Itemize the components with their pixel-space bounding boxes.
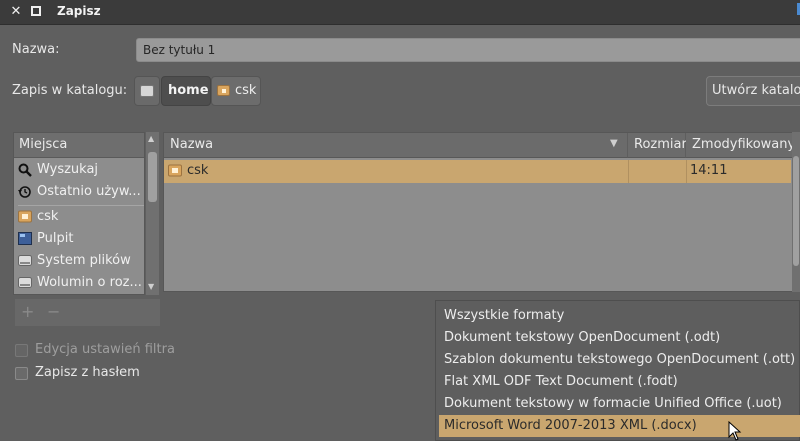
- place-label: csk: [37, 209, 59, 224]
- name-label: Nazwa:: [12, 42, 60, 57]
- drive-icon: [140, 85, 154, 97]
- window-title: Zapisz: [57, 4, 101, 18]
- save-in-folder-label: Zapis w katalogu:: [12, 83, 128, 98]
- place-item-csk[interactable]: csk: [14, 206, 144, 228]
- path-root-button[interactable]: [134, 76, 160, 106]
- file-name: csk: [187, 163, 209, 178]
- format-option[interactable]: Dokument tekstowy OpenDocument (.odt): [444, 327, 800, 349]
- remove-place-button[interactable]: −: [47, 302, 60, 321]
- column-header-size[interactable]: Rozmiar: [628, 133, 687, 158]
- recent-icon: [18, 185, 32, 198]
- file-format-dropdown-list: Wszystkie formaty Dokument tekstowy Open…: [435, 300, 800, 441]
- scroll-down-icon[interactable]: ▼: [148, 282, 154, 291]
- file-name-input[interactable]: [136, 38, 800, 62]
- path-home-label: home: [168, 83, 209, 98]
- add-place-button[interactable]: +: [21, 302, 34, 321]
- place-label: Ostatnio używ...: [37, 184, 141, 199]
- format-option[interactable]: Flat XML ODF Text Document (.fodt): [444, 371, 800, 393]
- sort-down-icon: ▼: [610, 138, 618, 149]
- desktop-icon: [18, 232, 32, 245]
- places-scroll-thumb[interactable]: [148, 152, 157, 202]
- file-list-scrollbar[interactable]: [792, 132, 800, 292]
- format-option[interactable]: Dokument tekstowy w formacie Unified Off…: [444, 393, 800, 415]
- places-panel: Miejsca Wyszukaj Ostatnio używ... csk Pu…: [13, 132, 145, 295]
- drive-icon: [18, 254, 32, 267]
- home-folder-icon: [168, 164, 182, 177]
- place-item-search[interactable]: Wyszukaj: [14, 159, 144, 181]
- column-name-label: Nazwa: [170, 137, 214, 152]
- row-divider: [628, 160, 629, 183]
- mouse-cursor-icon: [728, 420, 742, 441]
- home-folder-icon: [217, 85, 230, 96]
- place-item-desktop[interactable]: Pulpit: [14, 228, 144, 250]
- edit-filter-checkbox[interactable]: [15, 344, 28, 357]
- path-csk-label: csk: [235, 83, 257, 98]
- column-header-modified[interactable]: Zmodyfikowany: [686, 133, 800, 158]
- places-scrollbar[interactable]: ▲ ▼: [146, 132, 159, 295]
- format-option-selected-label: Microsoft Word 2007-2013 XML (.docx): [444, 418, 697, 433]
- places-header: Miejsca: [14, 133, 144, 158]
- path-button-home[interactable]: home: [161, 76, 211, 106]
- row-divider: [686, 160, 687, 183]
- drive-icon: [18, 276, 32, 289]
- path-button-csk[interactable]: csk: [211, 76, 261, 106]
- file-row[interactable]: csk 14:11: [164, 160, 791, 183]
- edit-filter-label: Edycja ustawień filtra: [35, 342, 175, 357]
- scroll-up-icon[interactable]: ▲: [148, 134, 154, 143]
- create-folder-button[interactable]: Utwórz katalog: [706, 76, 800, 106]
- file-list-scroll-thumb[interactable]: [793, 156, 799, 266]
- place-label: Pulpit: [37, 231, 74, 246]
- format-option-selected[interactable]: Microsoft Word 2007-2013 XML (.docx): [439, 415, 800, 437]
- close-icon[interactable]: ✕: [8, 4, 24, 20]
- maximize-icon[interactable]: [31, 6, 41, 16]
- format-option[interactable]: Wszystkie formaty: [444, 305, 800, 327]
- home-folder-icon: [18, 210, 32, 223]
- place-label: Wolumin o roz...: [37, 275, 142, 290]
- save-with-password-label: Zapisz z hasłem: [35, 365, 140, 380]
- save-with-password-checkbox[interactable]: [15, 367, 28, 380]
- place-item-volume[interactable]: Wolumin o roz...: [14, 272, 144, 294]
- title-bar: ✕ Zapisz: [0, 0, 800, 25]
- place-item-recent[interactable]: Ostatnio używ...: [14, 181, 144, 203]
- column-header-name[interactable]: Nazwa ▼: [164, 133, 628, 158]
- place-label: Wyszukaj: [37, 162, 99, 177]
- format-option[interactable]: Szablon dokumentu tekstowego OpenDocumen…: [444, 349, 800, 371]
- places-toolbar: + −: [15, 299, 160, 326]
- place-item-filesystem[interactable]: System plików: [14, 250, 144, 272]
- file-modified: 14:11: [690, 163, 728, 178]
- file-list: Nazwa ▼ Rozmiar Zmodyfikowany csk 14:11: [163, 132, 800, 292]
- place-label: System plików: [37, 253, 131, 268]
- search-icon: [18, 163, 32, 177]
